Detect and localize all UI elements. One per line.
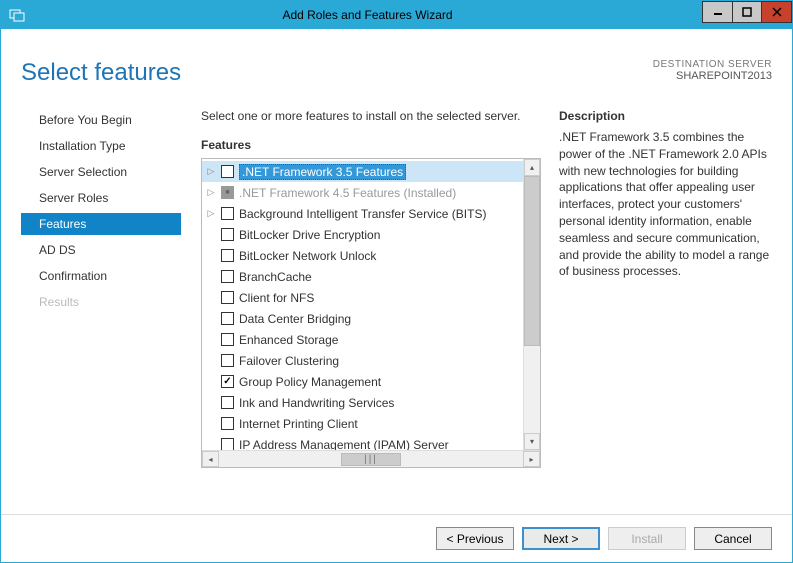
feature-label: Internet Printing Client (239, 417, 358, 431)
scroll-thumb[interactable] (524, 176, 540, 346)
sidebar-item-results: Results (21, 291, 181, 313)
feature-label: Group Policy Management (239, 375, 381, 389)
button-row: < Previous Next > Install Cancel (1, 514, 792, 562)
sidebar-item-features[interactable]: Features (21, 213, 181, 235)
sidebar-item-ad-ds[interactable]: AD DS (21, 239, 181, 261)
feature-label: .NET Framework 4.5 Features (Installed) (239, 186, 456, 200)
feature-item[interactable]: ▷ .NET Framework 4.5 Features (Installed) (202, 182, 523, 203)
scroll-left-arrow[interactable]: ◂ (202, 451, 219, 467)
body-row: Before You Begin Installation Type Server … (21, 109, 772, 514)
scroll-track[interactable] (524, 346, 540, 433)
features-label: Features (201, 138, 541, 152)
feature-checkbox[interactable] (221, 417, 234, 430)
horizontal-scrollbar[interactable]: ◂ ||| ▸ (202, 450, 540, 467)
description-column: Description .NET Framework 3.5 combines … (559, 109, 772, 514)
expand-icon[interactable]: ▷ (206, 208, 216, 219)
feature-item[interactable]: ▷Internet Printing Client (202, 413, 523, 434)
instruction-text: Select one or more features to install o… (201, 109, 541, 123)
feature-checkbox[interactable] (221, 333, 234, 346)
cancel-button[interactable]: Cancel (694, 527, 772, 550)
app-icon (7, 5, 27, 25)
feature-checkbox[interactable] (221, 207, 234, 220)
hscroll-track[interactable]: ||| (219, 451, 523, 467)
hscroll-thumb[interactable]: ||| (341, 453, 401, 466)
feature-item[interactable]: ▷ Background Intelligent Transfer Service… (202, 203, 523, 224)
content-area: Select features DESTINATION SERVER SHARE… (1, 29, 792, 514)
header-row: Select features DESTINATION SERVER SHARE… (21, 59, 772, 87)
description-label: Description (559, 109, 772, 123)
expand-icon[interactable]: ▷ (206, 166, 216, 177)
feature-item[interactable]: ▷BitLocker Drive Encryption (202, 224, 523, 245)
feature-label: Client for NFS (239, 291, 314, 305)
features-tree: ▷ .NET Framework 3.5 Features ▷ .NET Framew… (201, 158, 541, 468)
feature-item[interactable]: ▷Group Policy Management (202, 371, 523, 392)
feature-item[interactable]: ▷Failover Clustering (202, 350, 523, 371)
features-column: Select one or more features to install o… (201, 109, 541, 514)
main-panel: Select one or more features to install o… (201, 109, 772, 514)
sidebar-item-server-selection[interactable]: Server Selection (21, 161, 181, 183)
page-title: Select features (21, 59, 181, 87)
feature-checkbox[interactable] (221, 354, 234, 367)
sidebar-item-confirmation[interactable]: Confirmation (21, 265, 181, 287)
feature-checkbox[interactable] (221, 249, 234, 262)
feature-label: Data Center Bridging (239, 312, 351, 326)
sidebar-item-server-roles[interactable]: Server Roles (21, 187, 181, 209)
feature-checkbox[interactable] (221, 312, 234, 325)
feature-label: .NET Framework 3.5 Features (239, 164, 406, 180)
feature-checkbox[interactable] (221, 228, 234, 241)
feature-checkbox[interactable] (221, 291, 234, 304)
window-buttons (702, 1, 792, 23)
feature-label: BranchCache (239, 270, 312, 284)
destination-label: DESTINATION SERVER (653, 59, 772, 70)
previous-button[interactable]: < Previous (436, 527, 514, 550)
minimize-button[interactable] (702, 1, 732, 23)
tree-scroll-area: ▷ .NET Framework 3.5 Features ▷ .NET Framew… (202, 159, 540, 450)
expand-icon[interactable]: ▷ (206, 187, 216, 198)
feature-label: Failover Clustering (239, 354, 339, 368)
feature-label: Ink and Handwriting Services (239, 396, 394, 410)
vertical-scrollbar[interactable]: ▴ ▾ (523, 159, 540, 450)
feature-item[interactable]: ▷Enhanced Storage (202, 329, 523, 350)
feature-item[interactable]: ▷ .NET Framework 3.5 Features (202, 161, 523, 182)
tree-list: ▷ .NET Framework 3.5 Features ▷ .NET Framew… (202, 159, 523, 450)
feature-checkbox[interactable] (221, 165, 234, 178)
feature-item[interactable]: ▷IP Address Management (IPAM) Server (202, 434, 523, 450)
feature-item[interactable]: ▷Data Center Bridging (202, 308, 523, 329)
install-button[interactable]: Install (608, 527, 686, 550)
description-text: .NET Framework 3.5 combines the power of… (559, 129, 772, 280)
next-button[interactable]: Next > (522, 527, 600, 550)
sidebar-item-installation-type[interactable]: Installation Type (21, 135, 181, 157)
feature-label: IP Address Management (IPAM) Server (239, 438, 449, 451)
feature-checkbox[interactable] (221, 375, 234, 388)
feature-checkbox[interactable] (221, 438, 234, 450)
feature-checkbox[interactable] (221, 186, 234, 199)
scroll-down-arrow[interactable]: ▾ (524, 433, 540, 450)
titlebar: Add Roles and Features Wizard (1, 1, 792, 29)
feature-label: BitLocker Network Unlock (239, 249, 376, 263)
feature-item[interactable]: ▷BitLocker Network Unlock (202, 245, 523, 266)
destination-server: DESTINATION SERVER SHAREPOINT2013 (653, 59, 772, 82)
scroll-up-arrow[interactable]: ▴ (524, 159, 540, 176)
sidebar-item-before-you-begin[interactable]: Before You Begin (21, 109, 181, 131)
close-button[interactable] (762, 1, 792, 23)
feature-item[interactable]: ▷Ink and Handwriting Services (202, 392, 523, 413)
wizard-window: Add Roles and Features Wizard Select fea… (0, 0, 793, 563)
feature-item[interactable]: ▷Client for NFS (202, 287, 523, 308)
feature-checkbox[interactable] (221, 396, 234, 409)
feature-checkbox[interactable] (221, 270, 234, 283)
feature-item[interactable]: ▷BranchCache (202, 266, 523, 287)
feature-label: Background Intelligent Transfer Service … (239, 207, 486, 221)
window-title: Add Roles and Features Wizard (33, 8, 702, 22)
feature-label: BitLocker Drive Encryption (239, 228, 380, 242)
feature-label: Enhanced Storage (239, 333, 338, 347)
wizard-sidebar: Before You Begin Installation Type Server … (21, 109, 181, 514)
maximize-button[interactable] (732, 1, 762, 23)
destination-name: SHAREPOINT2013 (653, 70, 772, 82)
scroll-right-arrow[interactable]: ▸ (523, 451, 540, 467)
